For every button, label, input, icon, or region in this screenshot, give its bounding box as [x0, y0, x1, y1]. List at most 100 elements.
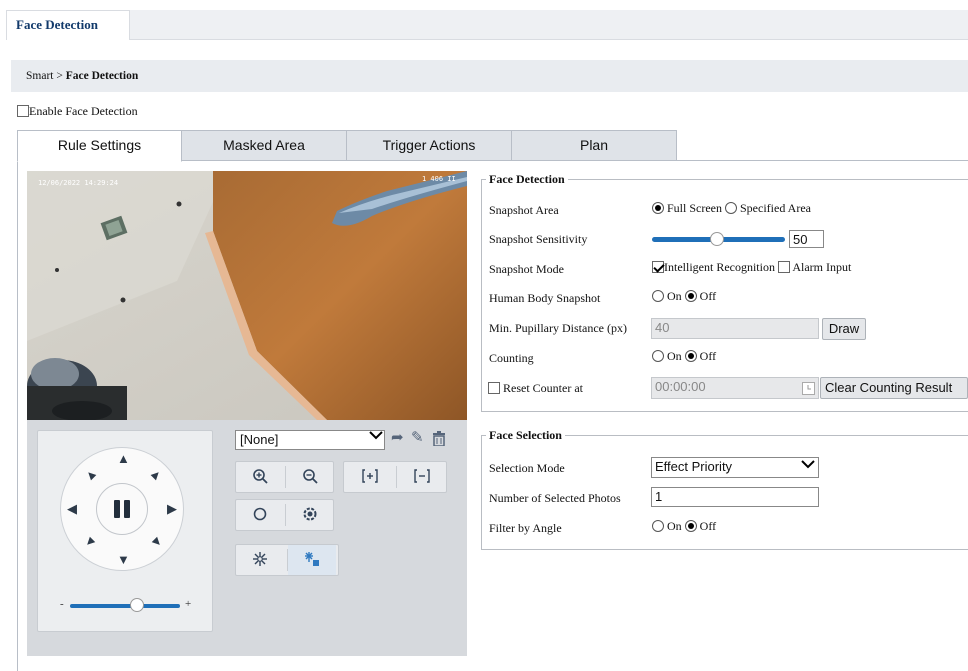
breadcrumb: Smart > Face Detection	[11, 60, 968, 92]
selection-mode-label: Selection Mode	[489, 461, 565, 475]
filter-by-angle-options: On Off	[652, 519, 716, 534]
zoom-button-group	[235, 461, 334, 493]
aux-button-group	[235, 544, 339, 576]
edit-preset-icon[interactable]: ✎	[411, 431, 424, 446]
video-preview[interactable]: 12/06/2022 14:29:24 1 406 II	[27, 171, 467, 420]
min-pupillary-distance-label: Min. Pupillary Distance (px)	[489, 321, 627, 335]
number-of-photos-label: Number of Selected Photos	[489, 491, 621, 505]
tab-face-detection[interactable]: Face Detection	[6, 10, 130, 41]
number-of-photos-input[interactable]: 1	[651, 487, 819, 507]
filter-by-angle-label: Filter by Angle	[489, 521, 562, 535]
go-to-preset-icon[interactable]: ➦	[391, 431, 404, 446]
osd-camera-name: 1 406 II	[422, 175, 456, 183]
reset-counter-checkbox[interactable]	[488, 382, 500, 394]
enable-face-detection-checkbox[interactable]	[17, 105, 29, 117]
counting-on-label: On	[667, 349, 682, 363]
human-body-snapshot-label: Human Body Snapshot	[489, 291, 601, 305]
snapshot-area-options: Full Screen Specified Area	[652, 201, 811, 216]
enable-face-detection-label: Enable Face Detection	[29, 104, 138, 118]
tab-label: Rule Settings	[57, 137, 142, 153]
intelligent-recognition-label: Intelligent Recognition	[664, 260, 775, 274]
angle-on-label: On	[667, 519, 682, 533]
zoom-in-icon[interactable]	[236, 462, 284, 492]
content-left-border	[17, 160, 18, 671]
iris-button-group	[235, 499, 334, 531]
tab-label: Trigger Actions	[382, 137, 476, 153]
body-off-radio[interactable]	[684, 290, 697, 302]
focus-near-icon[interactable]	[346, 462, 394, 492]
separator	[396, 466, 397, 488]
top-tab-strip	[6, 10, 968, 40]
light-icon[interactable]	[236, 545, 284, 575]
video-frame	[27, 171, 467, 420]
human-body-snapshot-options: On Off	[652, 289, 716, 304]
body-on-label: On	[667, 289, 682, 303]
pan-right-arrow-icon[interactable]: ▶	[167, 502, 177, 515]
sensitivity-input[interactable]: 50	[789, 230, 824, 248]
wiper-icon[interactable]	[288, 545, 336, 575]
clear-counting-result-button[interactable]: Clear Counting Result	[820, 377, 968, 399]
preset-select[interactable]: [None]	[235, 430, 385, 450]
tab-label: Plan	[579, 137, 609, 153]
enable-face-detection-row: Enable Face Detection	[17, 104, 138, 119]
speed-minus-icon: -	[60, 598, 64, 610]
angle-off-label: Off	[699, 519, 717, 533]
counting-options: On Off	[652, 349, 716, 364]
snapshot-sensitivity-label: Snapshot Sensitivity	[489, 232, 588, 246]
chevron-down-icon	[801, 458, 815, 474]
angle-off-radio[interactable]	[684, 520, 697, 532]
pause-icon	[112, 500, 132, 518]
tab-trigger-actions[interactable]: Trigger Actions	[346, 130, 512, 161]
full-screen-radio[interactable]	[652, 202, 664, 214]
intelligent-recognition-checkbox[interactable]	[652, 261, 664, 273]
speed-slider-handle[interactable]	[130, 598, 144, 612]
pan-left-arrow-icon[interactable]: ◀	[67, 502, 77, 515]
tab-plan[interactable]: Plan	[511, 130, 677, 161]
snapshot-mode-options: Intelligent Recognition Alarm Input	[652, 260, 851, 275]
full-screen-label: Full Screen	[667, 201, 722, 215]
reset-time-input[interactable]: 00:00:00	[651, 377, 819, 399]
clock-icon[interactable]	[802, 382, 815, 399]
alarm-input-label: Alarm Input	[792, 260, 852, 274]
snapshot-mode-label: Snapshot Mode	[489, 262, 564, 276]
reset-counter-label: Reset Counter at	[503, 381, 583, 395]
sensitivity-slider-handle[interactable]	[710, 232, 724, 246]
speed-slider-track[interactable]	[70, 604, 180, 608]
reset-counter-row: Reset Counter at	[488, 381, 583, 396]
osd-timestamp: 12/06/2022 14:29:24	[38, 179, 119, 187]
top-tab-label: Face Detection	[16, 17, 98, 32]
iris-close-icon[interactable]	[286, 500, 334, 530]
specified-area-radio[interactable]	[725, 202, 737, 214]
specified-area-label: Specified Area	[740, 201, 811, 215]
tab-label: Masked Area	[223, 137, 305, 153]
iris-open-icon[interactable]	[236, 500, 284, 530]
counting-off-label: Off	[699, 349, 717, 363]
alarm-input-checkbox[interactable]	[777, 261, 790, 273]
pupillary-distance-input[interactable]: 40	[651, 318, 819, 339]
counting-off-radio[interactable]	[684, 350, 697, 362]
tab-rule-settings[interactable]: Rule Settings	[17, 130, 182, 162]
chevron-down-icon	[369, 429, 383, 445]
pan-up-arrow-icon[interactable]: ▲	[117, 452, 130, 465]
face-selection-legend: Face Selection	[486, 428, 565, 443]
tab-masked-area[interactable]: Masked Area	[181, 130, 347, 161]
face-detection-legend: Face Detection	[486, 172, 568, 187]
speed-plus-icon: +	[185, 598, 192, 610]
pan-down-arrow-icon[interactable]: ▼	[117, 553, 130, 566]
top-tab-underline	[6, 40, 130, 42]
breadcrumb-current: Face Detection	[65, 70, 139, 82]
selection-mode-select[interactable]: Effect Priority	[651, 457, 819, 478]
counting-on-radio[interactable]	[652, 350, 664, 362]
breadcrumb-root[interactable]: Smart	[26, 70, 53, 82]
draw-button[interactable]: Draw	[822, 318, 866, 340]
focus-button-group	[343, 461, 447, 493]
snapshot-area-label: Snapshot Area	[489, 203, 559, 217]
counting-label: Counting	[489, 351, 534, 365]
zoom-out-icon[interactable]	[286, 462, 334, 492]
breadcrumb-separator: >	[56, 70, 63, 82]
focus-far-icon[interactable]	[398, 462, 446, 492]
angle-on-radio[interactable]	[652, 520, 664, 532]
body-on-radio[interactable]	[652, 290, 664, 302]
body-off-label: Off	[699, 289, 717, 303]
delete-preset-icon[interactable]	[432, 431, 446, 450]
